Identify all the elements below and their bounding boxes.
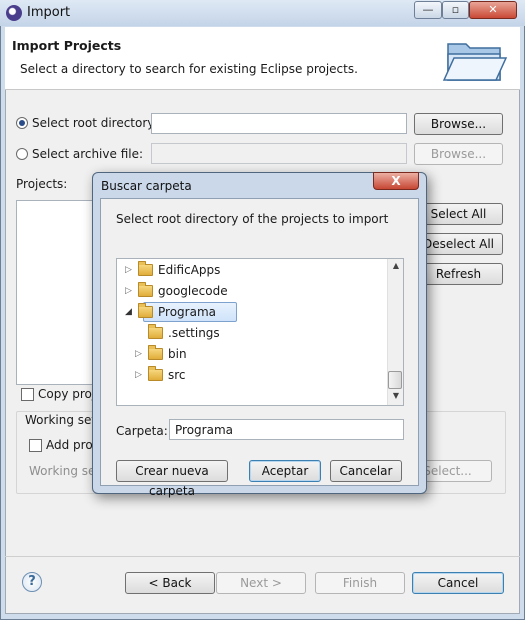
tree-item-edificapps[interactable]: ▷ EdificApps — [125, 260, 395, 280]
minimize-button[interactable]: — — [414, 1, 442, 19]
cancel-button[interactable]: Cancel — [412, 572, 504, 594]
tree-item-label: bin — [168, 347, 187, 361]
browse-root-button[interactable]: Browse... — [414, 113, 503, 135]
browse-archive-button[interactable]: Browse... — [414, 143, 503, 165]
footer-separator — [5, 556, 520, 557]
folder-icon — [138, 282, 153, 297]
root-directory-radio[interactable] — [16, 117, 28, 129]
folder-name-input[interactable]: Programa — [169, 419, 404, 440]
expand-icon[interactable]: ▷ — [125, 281, 135, 301]
dialog-description: Select root directory of the projects to… — [116, 212, 389, 226]
dialog-title: Buscar carpeta — [101, 179, 192, 193]
tree-item-label: googlecode — [158, 284, 228, 298]
expand-icon[interactable]: ▷ — [135, 365, 145, 385]
deselect-all-button[interactable]: Deselect All — [414, 233, 503, 255]
folder-icon — [148, 366, 163, 381]
accept-button[interactable]: Aceptar — [249, 460, 321, 482]
next-button[interactable]: Next > — [216, 572, 306, 594]
scroll-thumb[interactable] — [388, 371, 402, 389]
dialog-close-button[interactable]: X — [373, 172, 419, 190]
tree-item-label: Programa — [158, 305, 216, 319]
help-icon[interactable]: ? — [22, 572, 42, 592]
copy-projects-checkbox[interactable] — [21, 388, 34, 401]
select-all-button[interactable]: Select All — [414, 203, 503, 225]
page-title: Import Projects — [12, 38, 122, 53]
archive-file-input[interactable] — [151, 143, 407, 164]
archive-file-radio[interactable] — [16, 148, 28, 160]
folder-icon — [138, 261, 153, 276]
expand-icon[interactable]: ▷ — [135, 344, 145, 364]
finish-button[interactable]: Finish — [315, 572, 405, 594]
dialog-cancel-button[interactable]: Cancelar — [330, 460, 402, 482]
projects-list[interactable] — [16, 200, 96, 385]
add-to-working-set-checkbox[interactable] — [29, 439, 42, 452]
window-title: Import — [27, 5, 71, 20]
folder-label: Carpeta: — [116, 424, 168, 438]
tree-item-settings[interactable]: .settings — [135, 323, 395, 343]
maximize-button[interactable]: ▫ — [442, 1, 469, 19]
archive-file-label: Select archive file: — [32, 147, 144, 161]
folder-illustration-icon — [442, 43, 508, 81]
root-directory-input[interactable] — [151, 113, 407, 134]
refresh-button[interactable]: Refresh — [414, 263, 503, 285]
tree-item-label: EdificApps — [158, 263, 221, 277]
tree-item-googlecode[interactable]: ▷ googlecode — [125, 281, 395, 301]
scroll-up-icon[interactable]: ▲ — [388, 261, 404, 270]
collapse-icon[interactable]: ◢ — [125, 302, 135, 322]
page-description: Select a directory to search for existin… — [20, 62, 358, 76]
tree-item-label: .settings — [168, 326, 220, 340]
folder-tree[interactable]: ▷ EdificApps ▷ googlecode ◢ Programa .se… — [116, 258, 404, 406]
tree-item-src[interactable]: ▷ src — [135, 365, 395, 385]
tree-item-programa[interactable]: ◢ Programa — [125, 302, 395, 322]
expand-icon[interactable]: ▷ — [125, 260, 135, 280]
working-sets-field-label: Working set — [29, 464, 101, 478]
new-folder-button[interactable]: Crear nueva carpeta — [116, 460, 228, 498]
folder-icon — [138, 303, 153, 318]
scroll-down-icon[interactable]: ▼ — [388, 391, 404, 400]
back-button[interactable]: < Back — [125, 572, 215, 594]
folder-icon — [148, 324, 163, 339]
folder-icon — [148, 345, 163, 360]
tree-item-label: src — [168, 368, 186, 382]
eclipse-icon — [6, 5, 22, 21]
projects-label: Projects: — [16, 177, 68, 191]
tree-item-bin[interactable]: ▷ bin — [135, 344, 395, 364]
root-directory-label: Select root directory: — [32, 116, 158, 130]
window-close-button[interactable]: ✕ — [469, 1, 517, 19]
